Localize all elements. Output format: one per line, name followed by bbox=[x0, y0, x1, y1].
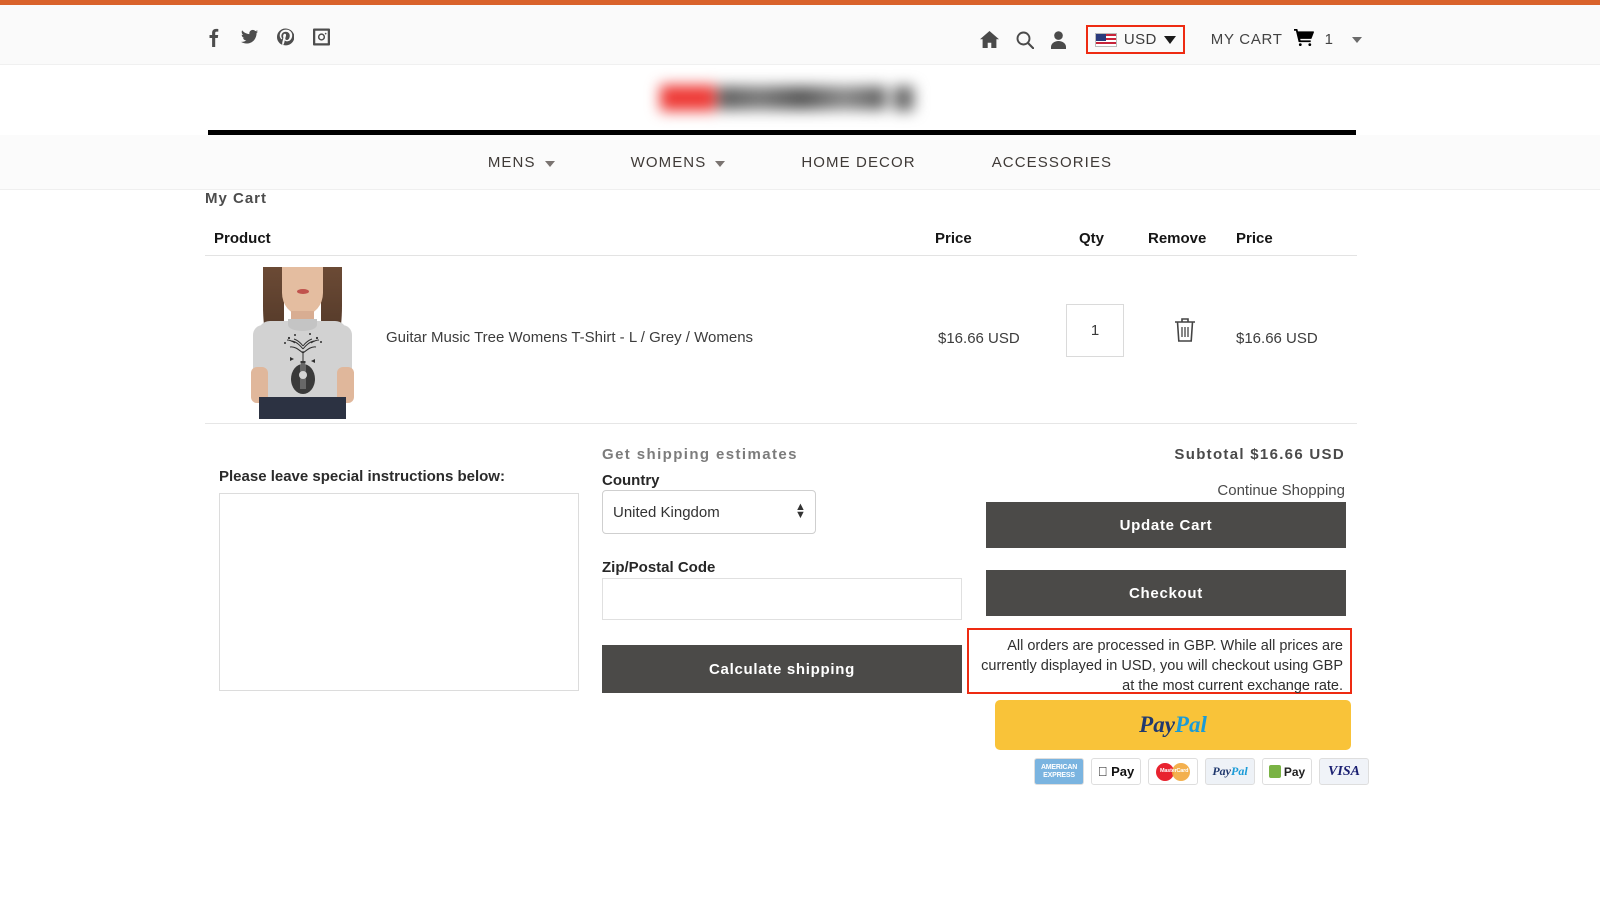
shipping-estimates-title: Get shipping estimates bbox=[602, 446, 798, 463]
subtotal-label: Subtotal $16.66 USD bbox=[1174, 446, 1345, 463]
cart-item-count: 1 bbox=[1325, 31, 1333, 48]
quantity-input[interactable] bbox=[1066, 304, 1124, 357]
product-name[interactable]: Guitar Music Tree Womens T-Shirt - L / G… bbox=[386, 329, 753, 346]
nav-label: HOME DECOR bbox=[801, 154, 915, 171]
trash-icon[interactable] bbox=[1171, 314, 1199, 346]
currency-label: USD bbox=[1124, 31, 1157, 48]
country-label: Country bbox=[602, 472, 660, 489]
nav-item-womens[interactable]: WOMENS bbox=[631, 154, 726, 171]
my-cart-button[interactable]: MY CART 1 bbox=[1211, 29, 1362, 51]
site-logo[interactable] bbox=[638, 73, 944, 123]
us-flag-icon bbox=[1095, 33, 1117, 47]
cart-table-header: Product Price Qty Remove Price bbox=[205, 224, 1357, 256]
currency-disclaimer: All orders are processed in GBP. While a… bbox=[967, 628, 1352, 694]
cart-table: Product Price Qty Remove Price bbox=[205, 224, 1357, 424]
paypal-icon: PayPal bbox=[1205, 758, 1255, 785]
account-icon[interactable] bbox=[1051, 31, 1066, 49]
nav-item-mens[interactable]: MENS bbox=[488, 154, 555, 171]
product-line-total: $16.66 USD bbox=[1236, 330, 1318, 347]
paypal-checkout-button[interactable]: PayPal bbox=[995, 700, 1351, 750]
currency-selector[interactable]: USD bbox=[1086, 25, 1185, 54]
column-header-qty: Qty bbox=[1079, 230, 1104, 247]
column-header-price: Price bbox=[935, 230, 972, 247]
visa-icon: VISA bbox=[1319, 758, 1369, 785]
utility-right-group: USD MY CART 1 bbox=[980, 25, 1362, 54]
chevron-down-icon bbox=[545, 161, 555, 167]
page-root: USD MY CART 1 MENS bbox=[0, 0, 1600, 900]
column-header-remove: Remove bbox=[1148, 230, 1206, 247]
social-links bbox=[205, 27, 330, 47]
nav-item-accessories[interactable]: ACCESSORIES bbox=[992, 154, 1112, 171]
column-header-product: Product bbox=[214, 230, 271, 247]
zip-input[interactable] bbox=[602, 578, 962, 620]
zip-label: Zip/Postal Code bbox=[602, 559, 715, 576]
shopping-cart-icon bbox=[1294, 29, 1314, 51]
apple-pay-icon:  Pay bbox=[1091, 758, 1141, 785]
column-header-line-price: Price bbox=[1236, 230, 1273, 247]
special-instructions-label: Please leave special instructions below: bbox=[219, 468, 505, 485]
search-icon[interactable] bbox=[1016, 31, 1034, 49]
paypal-logo-pay: Pay bbox=[1139, 712, 1175, 738]
calculate-shipping-button[interactable]: Calculate shipping bbox=[602, 645, 962, 693]
update-cart-button[interactable]: Update Cart bbox=[986, 502, 1346, 548]
my-cart-label: MY CART bbox=[1211, 31, 1283, 48]
nav-label: MENS bbox=[488, 154, 536, 171]
checkout-button[interactable]: Checkout bbox=[986, 570, 1346, 616]
paypal-logo-pal: Pal bbox=[1175, 712, 1207, 738]
chevron-down-icon bbox=[1164, 36, 1176, 44]
facebook-icon[interactable] bbox=[205, 27, 222, 47]
continue-shopping-link[interactable]: Continue Shopping bbox=[1217, 482, 1345, 499]
home-icon[interactable] bbox=[980, 31, 999, 48]
mastercard-icon: MasterCard bbox=[1148, 758, 1198, 785]
main-navigation: MENS WOMENS HOME DECOR ACCESSORIES bbox=[0, 135, 1600, 190]
amex-icon: AMERICANEXPRESS bbox=[1034, 758, 1084, 785]
twitter-icon[interactable] bbox=[241, 27, 258, 47]
nav-label: ACCESSORIES bbox=[992, 154, 1112, 171]
nav-item-home-decor[interactable]: HOME DECOR bbox=[801, 154, 915, 171]
product-unit-price: $16.66 USD bbox=[938, 330, 1020, 347]
country-select[interactable]: United Kingdom bbox=[602, 490, 816, 534]
payment-method-icons: AMERICANEXPRESS  Pay MasterCard PayPal … bbox=[1034, 758, 1369, 785]
logo-band bbox=[0, 66, 1600, 134]
utility-bar: USD MY CART 1 bbox=[0, 5, 1600, 65]
shopify-pay-icon: Pay bbox=[1262, 758, 1312, 785]
pinterest-icon[interactable] bbox=[277, 27, 294, 47]
table-row: Guitar Music Tree Womens T-Shirt - L / G… bbox=[205, 256, 1357, 424]
product-thumbnail[interactable] bbox=[249, 267, 356, 419]
page-title: My Cart bbox=[205, 190, 267, 207]
cart-chevron-down-icon[interactable] bbox=[1352, 37, 1362, 43]
nav-label: WOMENS bbox=[631, 154, 707, 171]
chevron-down-icon bbox=[715, 161, 725, 167]
special-instructions-input[interactable] bbox=[219, 493, 579, 691]
instagram-icon[interactable] bbox=[313, 27, 330, 47]
